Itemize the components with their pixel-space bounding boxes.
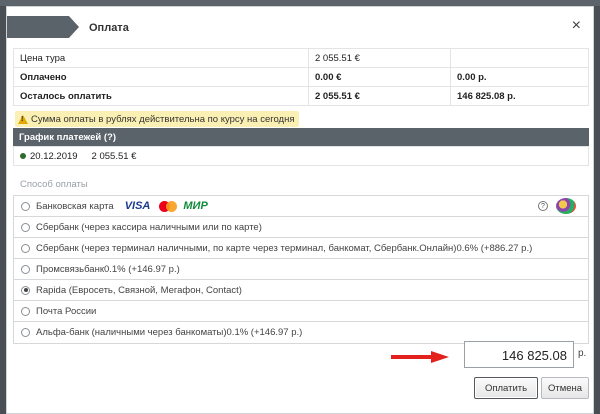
visa-logo: VISA [124, 200, 151, 212]
status-dot-icon [20, 153, 26, 159]
cancel-button[interactable]: Отмена [541, 377, 589, 399]
paid-label: Оплачено [13, 67, 309, 87]
paid-row: Оплачено 0.00 € 0.00 р. [13, 67, 589, 87]
header-flag [7, 16, 79, 38]
method-alfa-bank[interactable]: Альфа-банк (наличными через банкоматы)0.… [14, 322, 588, 343]
amount-input[interactable]: 146 825.08 [464, 341, 574, 368]
radio-button[interactable] [21, 243, 30, 253]
method-bank-card[interactable]: Банковская карта VISA МИР ? [14, 196, 588, 217]
rate-warning-text: Сумма оплаты в рублях действительна по к… [31, 113, 295, 125]
currency-label: р. [578, 348, 587, 359]
method-label: Банковская карта [36, 200, 114, 212]
schedule-date: 20.12.2019 [30, 150, 78, 162]
method-rapida[interactable]: Rapida (Евросеть, Связной, Мегафон, Cont… [14, 280, 588, 301]
price-label: Цена тура [13, 48, 309, 68]
method-pochta[interactable]: Почта России [14, 301, 588, 322]
warning-icon: ! [18, 114, 28, 124]
method-label: Альфа-банк (наличными через банкоматы)0.… [36, 327, 303, 338]
method-label: Промсвязьбанк0.1% (+146.97 р.) [36, 263, 180, 275]
price-row: Цена тура 2 055.51 € [13, 48, 589, 68]
mastercard-logo [159, 200, 178, 212]
remaining-rub: 146 825.08 р. [450, 86, 589, 106]
radio-button[interactable] [21, 222, 30, 232]
schedule-header[interactable]: График платежей (?) [13, 128, 589, 146]
remaining-label: Осталось оплатить [13, 86, 309, 106]
mir-logo: МИР [183, 200, 208, 212]
payment-method-list: Банковская карта VISA МИР ? Сбербанк (че… [13, 195, 589, 344]
method-label: Сбербанк (через терминал наличными, по к… [36, 242, 533, 254]
rate-warning: ! Сумма оплаты в рублях действительна по… [15, 111, 299, 127]
remaining-row: Осталось оплатить 2 055.51 € 146 825.08 … [13, 86, 589, 106]
paid-eur: 0.00 € [308, 67, 451, 87]
price-table: Цена тура 2 055.51 € Оплачено 0.00 € 0.0… [13, 48, 589, 106]
method-sberbank-terminal[interactable]: Сбербанк (через терминал наличными, по к… [14, 238, 588, 259]
paid-rub: 0.00 р. [450, 67, 589, 87]
price-rub [450, 48, 589, 68]
dialog-title: Оплата [89, 22, 129, 34]
payment-method-label: Способ оплаты [20, 179, 88, 190]
radio-button[interactable] [21, 201, 30, 211]
radio-button[interactable] [21, 264, 30, 274]
dialog-header: Оплата × [7, 7, 593, 47]
method-label: Сбербанк (через кассира наличными или по… [36, 221, 262, 233]
help-icon[interactable]: ? [538, 201, 548, 211]
schedule-row: 20.12.2019 2 055.51 € [13, 146, 589, 166]
red-arrow-icon [391, 351, 449, 363]
radio-button-selected[interactable] [21, 285, 30, 295]
radio-button[interactable] [21, 306, 30, 316]
pay-button[interactable]: Оплатить [474, 377, 538, 399]
schedule-amount: 2 055.51 € [91, 150, 137, 162]
remaining-eur: 2 055.51 € [308, 86, 451, 106]
method-label: Почта России [36, 305, 97, 317]
close-icon[interactable]: × [572, 18, 581, 34]
partner-logo-icon [556, 198, 576, 214]
radio-button[interactable] [21, 328, 30, 337]
method-sberbank-cashier[interactable]: Сбербанк (через кассира наличными или по… [14, 217, 588, 238]
method-promsvyazbank[interactable]: Промсвязьбанк0.1% (+146.97 р.) [14, 259, 588, 280]
price-eur: 2 055.51 € [308, 48, 451, 68]
method-label: Rapida (Евросеть, Связной, Мегафон, Cont… [36, 284, 242, 296]
